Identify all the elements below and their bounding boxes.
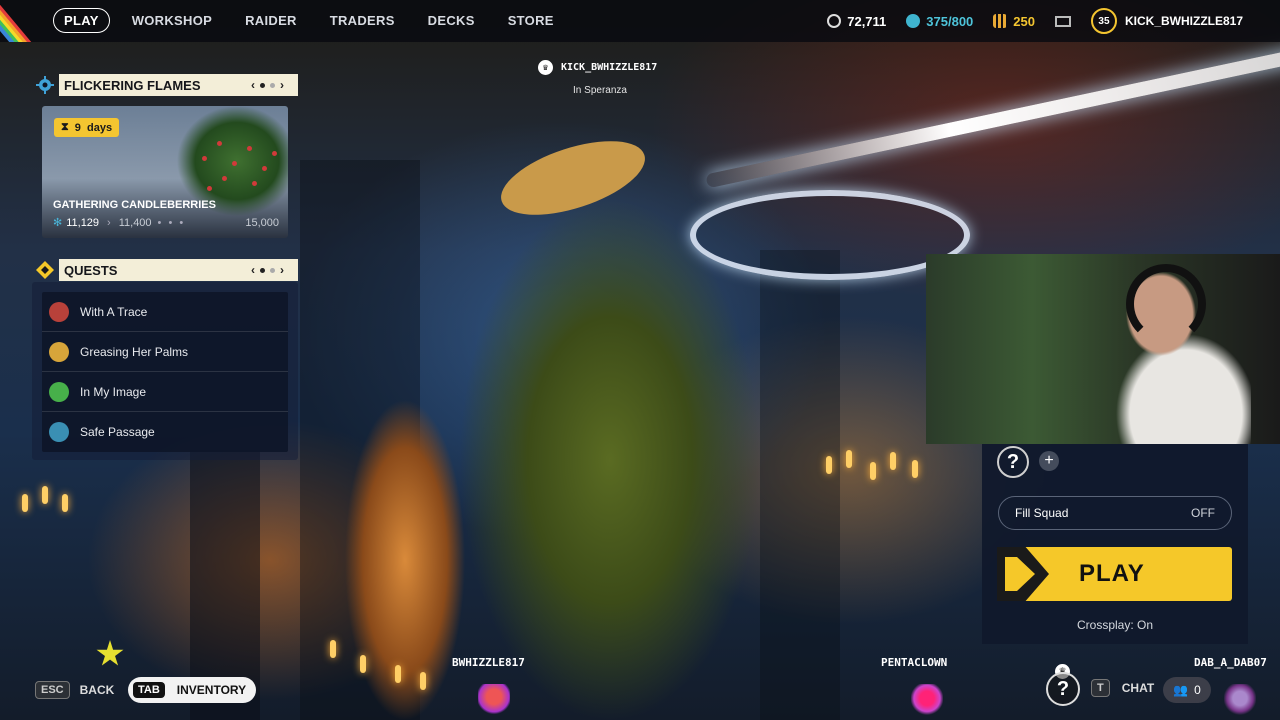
blue-currency-counter[interactable]: 375/800 xyxy=(906,14,973,29)
play-panel: ? + Fill Squad OFF PLAY Crossplay: On xyxy=(982,444,1248,644)
play-button-label: PLAY xyxy=(1079,560,1145,587)
quest-item[interactable]: Safe Passage xyxy=(42,412,288,452)
brand-stripes-logo xyxy=(0,0,44,42)
back-label: BACK xyxy=(79,683,115,697)
quest-item[interactable]: Greasing Her Palms xyxy=(42,332,288,372)
crown-icon: ♛ xyxy=(538,60,553,75)
chat-key: T xyxy=(1091,679,1110,697)
inventory-button[interactable]: TAB INVENTORY xyxy=(128,677,256,703)
days-value: 9 xyxy=(74,121,81,134)
progress-max: 15,000 xyxy=(245,216,279,229)
gold-currency-counter[interactable]: 250 xyxy=(993,14,1035,29)
hourglass-icon: ⧗ xyxy=(61,121,69,133)
plus-icon[interactable]: + xyxy=(1039,451,1059,471)
squad-member-name: DAB_A_DAB07 xyxy=(1194,656,1267,669)
quest-giver-icon xyxy=(49,341,69,362)
nav-decks[interactable]: DECKS xyxy=(428,13,475,28)
quest-label: With A Trace xyxy=(80,304,148,319)
chat-button[interactable]: T CHAT xyxy=(1091,679,1154,697)
fill-squad-toggle[interactable]: Fill Squad OFF xyxy=(998,496,1232,530)
chevron-right-icon[interactable]: › xyxy=(280,78,284,92)
event-card[interactable]: ⧗ 9 days GATHERING CANDLEBERRIES ✻ 11,12… xyxy=(42,106,288,238)
squad-member-name: BWHIZZLE817 xyxy=(452,656,525,669)
tab-key: TAB xyxy=(133,682,165,698)
blue-token-icon xyxy=(906,14,921,28)
quest-item[interactable]: In My Image xyxy=(42,372,288,412)
player-level-badge: 35 xyxy=(1090,8,1117,34)
streamer-webcam xyxy=(926,254,1280,444)
player-nameplate: ♛ KICK_BWHIZZLE817 In Speranza xyxy=(538,60,668,96)
chevron-left-icon[interactable]: ‹ xyxy=(251,78,255,92)
quests-pager: ‹ › xyxy=(251,259,284,281)
pager-dot xyxy=(260,267,265,273)
quest-label: Safe Passage xyxy=(80,425,155,439)
fill-squad-label: Fill Squad xyxy=(1015,506,1069,520)
event-pager: ‹ › xyxy=(251,74,284,96)
pager-dot xyxy=(270,267,275,273)
progress-dots: • • • xyxy=(157,216,186,229)
inventory-label: INVENTORY xyxy=(176,683,247,697)
progress-next: 11,400 xyxy=(118,216,152,229)
blue-currency-value: 375/800 xyxy=(926,13,974,29)
gold-token-icon xyxy=(993,14,1008,28)
chat-label: CHAT xyxy=(1121,681,1155,695)
squad-avatar[interactable] xyxy=(911,684,943,716)
player-location: In Speranza xyxy=(573,85,627,96)
coins-value: 72,711 xyxy=(847,13,887,29)
event-title: FLICKERING FLAMES xyxy=(64,77,201,93)
quest-list: With A Trace Greasing Her Palms In My Im… xyxy=(42,292,288,452)
player-name: KICK_BWHIZZLE817 xyxy=(561,62,658,73)
days-remaining-badge: ⧗ 9 days xyxy=(54,118,120,137)
event-progress: ✻ 11,129 › 11,400 • • • 15,000 xyxy=(53,216,279,230)
gold-currency-value: 250 xyxy=(1013,13,1035,29)
quest-label: Greasing Her Palms xyxy=(80,344,189,359)
fill-squad-value: OFF xyxy=(1191,506,1215,520)
pager-dot xyxy=(270,82,275,88)
gear-icon xyxy=(34,74,56,96)
friends-count: 0 xyxy=(1194,683,1201,697)
friends-icon: 👥 xyxy=(1173,683,1189,697)
progress-current: 11,129 xyxy=(66,216,100,229)
currency-bar: 72,711 375/800 250 35 KICK_BWHIZZLE817 xyxy=(807,0,1243,42)
squad-avatar[interactable] xyxy=(478,684,510,716)
quests-header: QUESTS ‹ › xyxy=(34,259,298,281)
quest-diamond-icon xyxy=(34,259,56,281)
mail-icon[interactable] xyxy=(1054,15,1071,27)
coin-icon xyxy=(827,14,842,28)
days-unit: days xyxy=(86,121,113,134)
chevron-right-icon: › xyxy=(107,216,111,229)
pager-dot xyxy=(260,82,265,88)
quests-title: QUESTS xyxy=(64,262,118,278)
chevron-right-icon[interactable]: › xyxy=(280,263,284,277)
candleberry-bush-image xyxy=(192,126,282,196)
coins-counter[interactable]: 72,711 xyxy=(827,14,886,29)
username-label[interactable]: KICK_BWHIZZLE817 xyxy=(1125,14,1243,28)
quest-giver-icon xyxy=(49,301,69,322)
nav-traders[interactable]: TRADERS xyxy=(330,13,395,28)
esc-key: ESC xyxy=(35,681,70,699)
squad-member-name: PENTACLOWN xyxy=(881,656,948,669)
friends-button[interactable]: 👥 0 xyxy=(1163,677,1211,703)
squad-avatar[interactable] xyxy=(1224,684,1256,716)
quest-giver-icon xyxy=(49,422,69,442)
back-hint[interactable]: ESC BACK xyxy=(35,678,114,702)
gear-icon: ✻ xyxy=(53,217,63,229)
quest-label: In My Image xyxy=(80,384,147,399)
event-header: FLICKERING FLAMES ‹ › xyxy=(34,74,298,96)
nav-play[interactable]: PLAY xyxy=(53,8,110,33)
main-nav: PLAY WORKSHOP RAIDER TRADERS DECKS STORE xyxy=(53,8,587,33)
chevron-left-icon[interactable]: ‹ xyxy=(251,263,255,277)
nav-store[interactable]: STORE xyxy=(508,13,554,28)
nav-raider[interactable]: RAIDER xyxy=(245,13,297,28)
play-button[interactable]: PLAY xyxy=(997,547,1232,601)
nav-workshop[interactable]: WORKSHOP xyxy=(132,13,212,28)
question-icon[interactable]: ? xyxy=(997,446,1029,478)
quest-item[interactable]: With A Trace xyxy=(42,292,288,332)
crossplay-status: Crossplay: On xyxy=(1076,618,1154,632)
event-card-title: GATHERING CANDLEBERRIES xyxy=(53,199,216,211)
question-icon[interactable]: ? xyxy=(1046,672,1080,706)
top-nav-bar: PLAY WORKSHOP RAIDER TRADERS DECKS STORE… xyxy=(0,0,1280,42)
quest-giver-icon xyxy=(49,381,69,402)
